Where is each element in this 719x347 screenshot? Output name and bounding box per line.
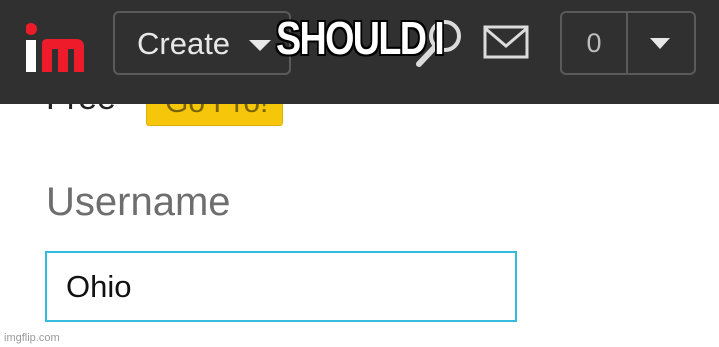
username-input[interactable]: Ohio bbox=[45, 251, 517, 322]
page: Free Go Pro! Create bbox=[0, 0, 719, 347]
username-value: Ohio bbox=[66, 269, 132, 304]
username-label: Username bbox=[46, 180, 231, 224]
watermark: imgflip.com bbox=[4, 332, 60, 344]
meme-caption: SHOULD I bbox=[275, 12, 445, 64]
